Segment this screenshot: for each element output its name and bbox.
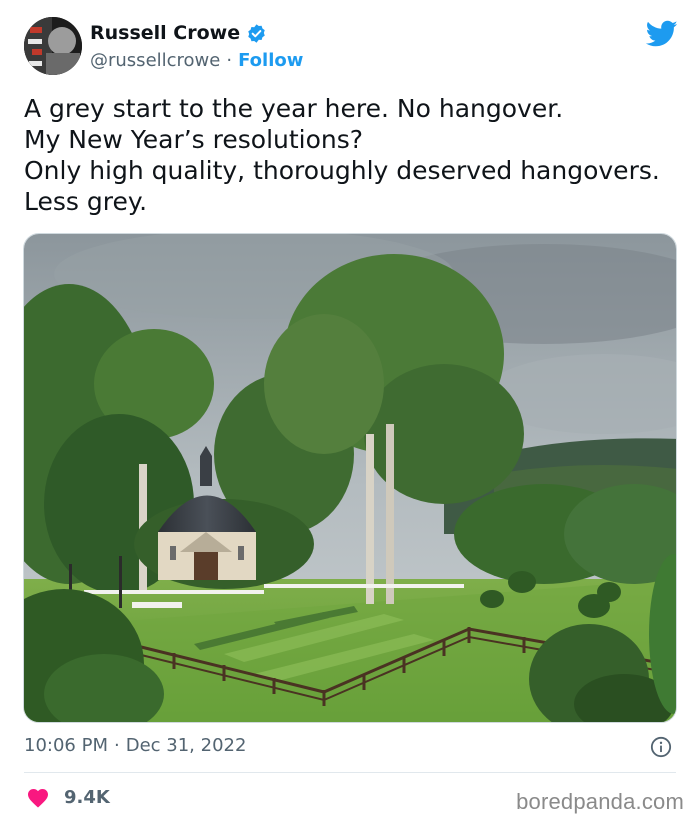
tweet-line: A grey start to the year here. No hangov… (24, 94, 564, 123)
handle-row: @russellcrowe · Follow (90, 50, 303, 71)
author-handle[interactable]: @russellcrowe (90, 50, 220, 71)
tweet-photo[interactable] (23, 233, 677, 723)
author-name-row: Russell Crowe (90, 22, 267, 44)
heart-icon (28, 789, 48, 808)
divider (24, 772, 676, 773)
watermark: boredpanda.com (516, 789, 684, 814)
tweet-line: Only high quality, thoroughly deserved h… (24, 156, 660, 185)
twitter-bird-icon[interactable] (646, 20, 678, 48)
separator-dot: · (113, 735, 120, 756)
tweet-line: My New Year’s resolutions? (24, 125, 364, 154)
tweet-text: A grey start to the year here. No hangov… (24, 93, 684, 217)
tweet-date: Dec 31, 2022 (125, 735, 247, 756)
tweet-time: 10:06 PM (24, 735, 108, 756)
separator-dot: · (226, 50, 233, 71)
like-count: 9.4K (64, 786, 110, 808)
info-icon[interactable] (650, 736, 672, 758)
avatar[interactable] (24, 17, 82, 75)
follow-button[interactable]: Follow (238, 50, 303, 71)
like-button[interactable]: 9.4K (26, 786, 110, 808)
verified-badge-icon (248, 23, 265, 43)
display-name[interactable]: Russell Crowe (90, 22, 240, 44)
tweet-card: Russell Crowe @russellcrowe · Follow A g… (0, 0, 700, 825)
tweet-timestamp[interactable]: 10:06 PM · Dec 31, 2022 (24, 735, 246, 756)
tweet-line: Less grey. (24, 187, 148, 216)
